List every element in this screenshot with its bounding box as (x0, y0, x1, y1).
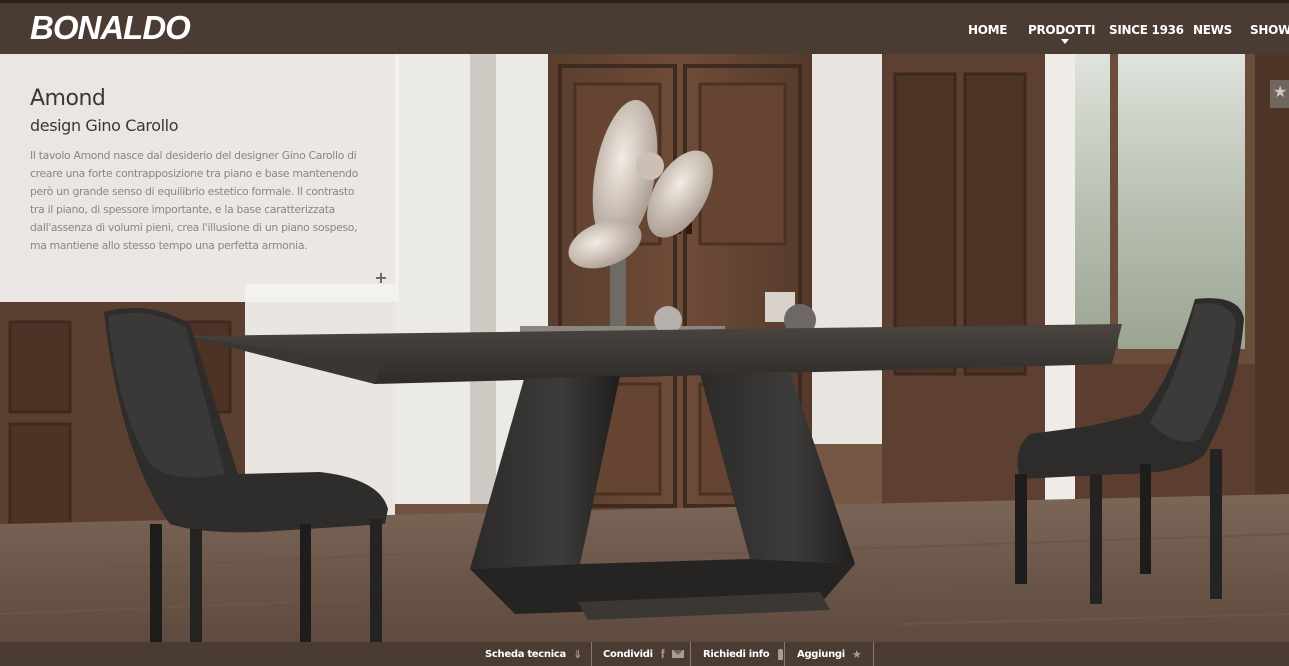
divider (591, 642, 592, 666)
star-icon: ★ (1273, 84, 1288, 101)
richiedi-info-label: Richiedi info (703, 648, 770, 660)
brand-logo[interactable]: BONALDO (30, 9, 191, 47)
nav-since-1936[interactable]: SINCE 1936 (1109, 23, 1184, 37)
top-bar: BONALDO HOME PRODOTTI SINCE 1936 NEWS SH… (0, 0, 1289, 54)
nav-showroom[interactable]: SHOWROOM (1250, 23, 1289, 37)
product-description: Il tavolo Amond nasce dal desiderio del … (30, 149, 359, 252)
scheda-tecnica-button[interactable]: Scheda tecnica ⇓ (485, 642, 582, 666)
download-icon: ⇓ (572, 647, 582, 661)
divider (784, 642, 785, 666)
aggiungi-button[interactable]: Aggiungi ★ (797, 642, 862, 666)
scheda-tecnica-label: Scheda tecnica (485, 648, 566, 660)
info-icon (778, 648, 784, 660)
chevron-down-icon (1061, 39, 1069, 44)
expand-plus-button[interactable]: + (372, 269, 390, 287)
product-designer: design Gino Carollo (30, 116, 179, 135)
divider (873, 642, 874, 666)
condividi-button[interactable]: Condividi f (603, 642, 685, 666)
nav-prodotti[interactable]: PRODOTTI (1028, 23, 1096, 44)
nav-home[interactable]: HOME (968, 23, 1007, 37)
nav-news[interactable]: NEWS (1193, 23, 1232, 37)
side-favorite-tab[interactable]: ★ (1270, 80, 1289, 108)
aggiungi-label: Aggiungi (797, 648, 845, 660)
product-info-panel: Amond design Gino Carollo Il tavolo Amon… (0, 54, 399, 302)
star-icon: ★ (851, 647, 862, 661)
mail-icon[interactable] (672, 650, 685, 658)
main-nav: HOME PRODOTTI SINCE 1936 NEWS SHOWROOM (959, 3, 1289, 54)
facebook-icon[interactable]: f (661, 647, 665, 661)
nav-prodotti-label: PRODOTTI (1028, 23, 1096, 37)
bottom-action-bar: Scheda tecnica ⇓ Condividi f Richiedi in… (0, 642, 1289, 666)
richiedi-info-button[interactable]: Richiedi info (703, 642, 784, 666)
divider (690, 642, 691, 666)
condividi-label: Condividi (603, 648, 653, 660)
product-title: Amond (30, 86, 106, 111)
